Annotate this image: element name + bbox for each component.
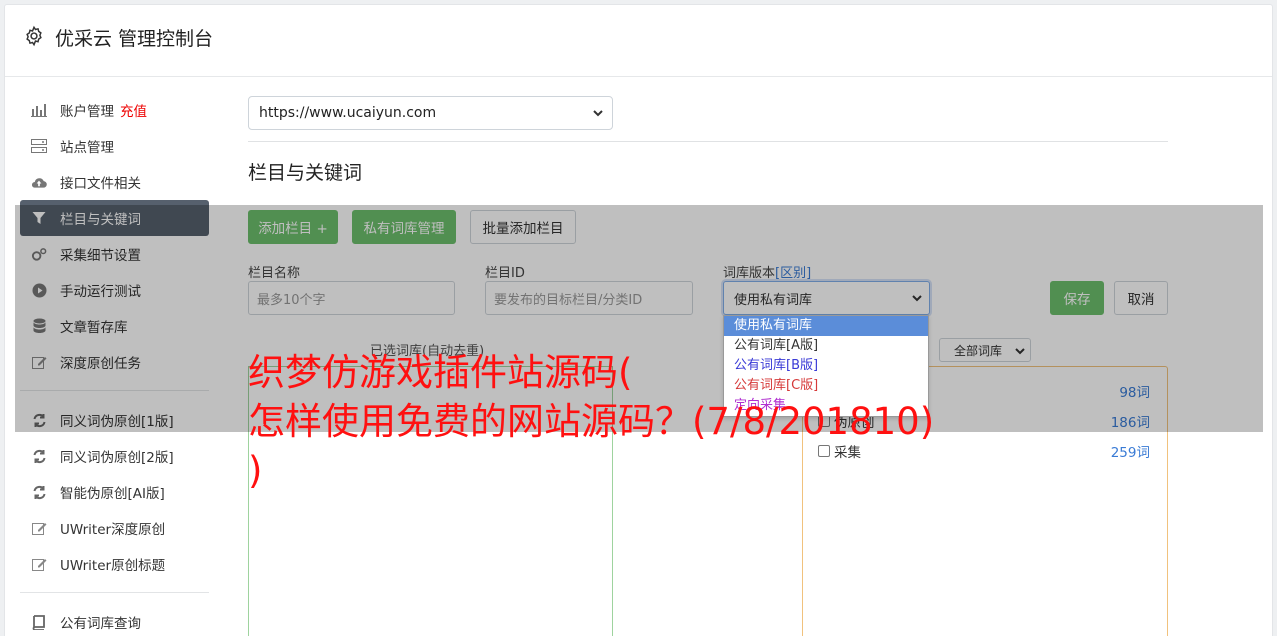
sidebar-item-label: 智能伪原创[AI版]: [60, 486, 165, 502]
sidebar-item-label: 同义词伪原创[2版]: [60, 450, 174, 466]
sidebar-item-account[interactable]: 账户管理 充值: [20, 92, 209, 128]
banner-line: 怎样使用免费的网站源码？(7/8/201810): [248, 400, 935, 443]
banner-line: ): [248, 449, 263, 492]
sidebar-item-public-lib[interactable]: 公有词库查询: [20, 604, 209, 636]
sidebar-item-label: 账户管理: [60, 104, 114, 120]
sidebar-item-synonym-v2[interactable]: 同义词伪原创[2版]: [20, 438, 209, 474]
gear-icon: [26, 25, 42, 47]
edit-icon: [31, 520, 47, 536]
divider: [248, 141, 1168, 142]
chevron-down-icon: [593, 110, 603, 117]
sidebar-item-ai-rewrite[interactable]: 智能伪原创[AI版]: [20, 474, 209, 510]
refresh-icon: [31, 484, 47, 500]
sidebar-item-label: UWriter原创标题: [60, 558, 166, 574]
book-icon: [31, 614, 47, 630]
cloud-upload-icon: [31, 174, 47, 190]
page-header: 优采云 管理控制台: [5, 5, 1272, 77]
sidebar-item-uwriter-title[interactable]: UWriter原创标题: [20, 546, 209, 582]
sidebar-item-label: 站点管理: [60, 140, 114, 156]
sidebar-item-label: 接口文件相关: [60, 176, 141, 192]
sidebar-divider: [20, 592, 209, 593]
refresh-icon: [31, 448, 47, 464]
version-option[interactable]: 使用私有词库: [724, 316, 928, 336]
sidebar-item-label: 公有词库查询: [60, 616, 141, 632]
server-icon: [31, 138, 47, 154]
section-title: 栏目与关键词: [248, 162, 363, 184]
bar-chart-icon: [31, 102, 47, 118]
overlay-banner-text: 织梦仿游戏插件站源码( 怎样使用免费的网站源码？(7/8/201810) ): [248, 348, 1248, 495]
sidebar-item-uwriter-deep[interactable]: UWriter深度原创: [20, 510, 209, 546]
recharge-link[interactable]: 充值: [120, 100, 147, 120]
site-select-value: https://www.ucaiyun.com: [259, 105, 437, 121]
sidebar-item-interface[interactable]: 接口文件相关: [20, 164, 209, 200]
sidebar-item-sites[interactable]: 站点管理: [20, 128, 209, 164]
site-select[interactable]: https://www.ucaiyun.com: [248, 96, 613, 130]
page-title: 优采云 管理控制台: [55, 28, 214, 50]
edit-icon: [31, 556, 47, 572]
banner-line: 织梦仿游戏插件站源码(: [248, 351, 633, 394]
sidebar-item-label: UWriter深度原创: [60, 522, 166, 538]
